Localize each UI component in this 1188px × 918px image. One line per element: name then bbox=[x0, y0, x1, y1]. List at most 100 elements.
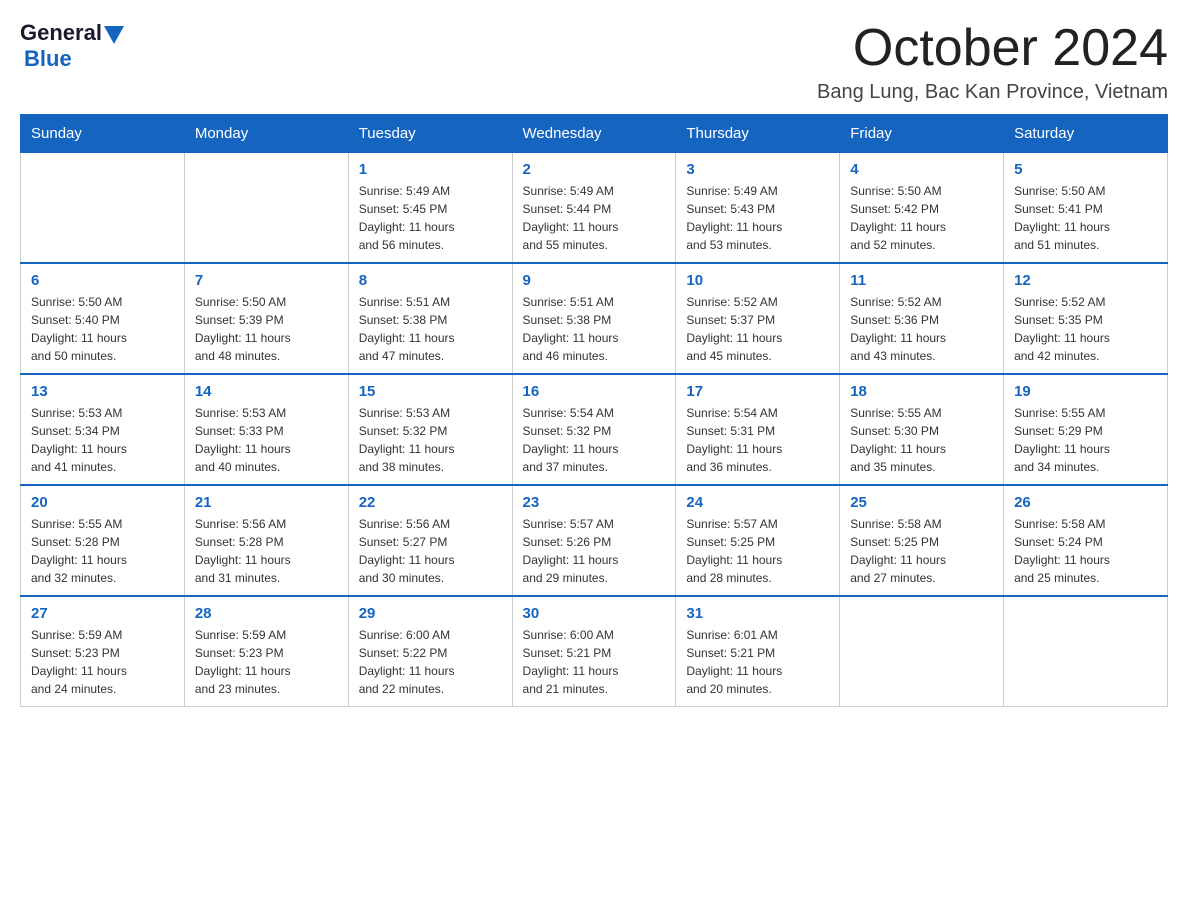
calendar-cell: 10 Sunrise: 5:52 AMSunset: 5:37 PMDayligh… bbox=[676, 263, 840, 374]
day-info: Sunrise: 5:56 AMSunset: 5:28 PMDaylight:… bbox=[195, 515, 338, 587]
calendar-cell: 28 Sunrise: 5:59 AMSunset: 5:23 PMDayligh… bbox=[184, 596, 348, 707]
day-info: Sunrise: 5:51 AMSunset: 5:38 PMDaylight:… bbox=[523, 293, 666, 365]
day-info: Sunrise: 5:57 AMSunset: 5:25 PMDaylight:… bbox=[686, 515, 829, 587]
day-number: 14 bbox=[195, 383, 338, 400]
calendar-cell: 16Sunrise: 5:54 AMSunset: 5:32 PMDayligh… bbox=[512, 374, 676, 485]
day-number: 1 bbox=[359, 161, 502, 178]
day-info: Sunrise: 5:53 AMSunset: 5:32 PMDaylight:… bbox=[359, 404, 502, 476]
day-info: Sunrise: 5:55 AMSunset: 5:30 PMDaylight:… bbox=[850, 404, 993, 476]
day-info: Sunrise: 5:53 AMSunset: 5:33 PMDaylight:… bbox=[195, 404, 338, 476]
day-number: 31 bbox=[686, 605, 829, 622]
day-info: Sunrise: 5:49 AMSunset: 5:44 PMDaylight:… bbox=[523, 182, 666, 254]
calendar-cell: 8Sunrise: 5:51 AMSunset: 5:38 PMDaylight… bbox=[348, 263, 512, 374]
week-row-1: 6Sunrise: 5:50 AMSunset: 5:40 PMDaylight… bbox=[21, 263, 1168, 374]
day-info: Sunrise: 5:59 AMSunset: 5:23 PMDaylight:… bbox=[31, 626, 174, 698]
calendar-cell bbox=[840, 596, 1004, 707]
week-row-4: 27 Sunrise: 5:59 AMSunset: 5:23 PMDayligh… bbox=[21, 596, 1168, 707]
header-cell-thursday: Thursday bbox=[676, 115, 840, 153]
day-info: Sunrise: 5:50 AMSunset: 5:39 PMDaylight:… bbox=[195, 293, 338, 365]
calendar-cell: 13 Sunrise: 5:53 AMSunset: 5:34 PMDayligh… bbox=[21, 374, 185, 485]
calendar-cell: 15 Sunrise: 5:53 AMSunset: 5:32 PMDayligh… bbox=[348, 374, 512, 485]
calendar-cell bbox=[184, 153, 348, 264]
day-info: Sunrise: 6:01 AMSunset: 5:21 PMDaylight:… bbox=[686, 626, 829, 698]
week-row-3: 20Sunrise: 5:55 AMSunset: 5:28 PMDayligh… bbox=[21, 485, 1168, 596]
day-info: Sunrise: 5:59 AMSunset: 5:23 PMDaylight:… bbox=[195, 626, 338, 698]
day-number: 3 bbox=[686, 161, 829, 178]
day-number: 17 bbox=[686, 383, 829, 400]
calendar-cell: 11 Sunrise: 5:52 AMSunset: 5:36 PMDayligh… bbox=[840, 263, 1004, 374]
calendar-cell: 23Sunrise: 5:57 AMSunset: 5:26 PMDayligh… bbox=[512, 485, 676, 596]
day-number: 22 bbox=[359, 494, 502, 511]
calendar-cell: 6Sunrise: 5:50 AMSunset: 5:40 PMDaylight… bbox=[21, 263, 185, 374]
day-number: 26 bbox=[1014, 494, 1157, 511]
day-info: Sunrise: 5:52 AMSunset: 5:37 PMDaylight:… bbox=[686, 293, 829, 365]
title-area: October 2024 Bang Lung, Bac Kan Province… bbox=[817, 20, 1168, 104]
day-info: Sunrise: 5:54 AMSunset: 5:31 PMDaylight:… bbox=[686, 404, 829, 476]
calendar-cell: 5Sunrise: 5:50 AMSunset: 5:41 PMDaylight… bbox=[1004, 153, 1168, 264]
day-number: 2 bbox=[523, 161, 666, 178]
day-info: Sunrise: 5:55 AMSunset: 5:29 PMDaylight:… bbox=[1014, 404, 1157, 476]
calendar-cell: 18 Sunrise: 5:55 AMSunset: 5:30 PMDayligh… bbox=[840, 374, 1004, 485]
calendar-header: SundayMondayTuesdayWednesdayThursdayFrid… bbox=[21, 115, 1168, 153]
day-number: 13 bbox=[31, 383, 174, 400]
day-info: Sunrise: 5:49 AMSunset: 5:45 PMDaylight:… bbox=[359, 182, 502, 254]
calendar-cell: 12Sunrise: 5:52 AMSunset: 5:35 PMDayligh… bbox=[1004, 263, 1168, 374]
calendar-cell: 7Sunrise: 5:50 AMSunset: 5:39 PMDaylight… bbox=[184, 263, 348, 374]
header-cell-wednesday: Wednesday bbox=[512, 115, 676, 153]
day-number: 16 bbox=[523, 383, 666, 400]
day-number: 27 bbox=[31, 605, 174, 622]
calendar-cell: 4Sunrise: 5:50 AMSunset: 5:42 PMDaylight… bbox=[840, 153, 1004, 264]
calendar-cell: 29 Sunrise: 6:00 AMSunset: 5:22 PMDayligh… bbox=[348, 596, 512, 707]
week-row-2: 13 Sunrise: 5:53 AMSunset: 5:34 PMDayligh… bbox=[21, 374, 1168, 485]
page-header: General Blue October 2024 Bang Lung, Bac… bbox=[20, 20, 1168, 104]
day-number: 23 bbox=[523, 494, 666, 511]
calendar-body: 1 Sunrise: 5:49 AMSunset: 5:45 PMDaylight… bbox=[21, 153, 1168, 707]
day-info: Sunrise: 5:50 AMSunset: 5:40 PMDaylight:… bbox=[31, 293, 174, 365]
logo: General Blue bbox=[20, 20, 124, 72]
week-row-0: 1 Sunrise: 5:49 AMSunset: 5:45 PMDaylight… bbox=[21, 153, 1168, 264]
calendar-cell: 27 Sunrise: 5:59 AMSunset: 5:23 PMDayligh… bbox=[21, 596, 185, 707]
day-number: 8 bbox=[359, 272, 502, 289]
day-number: 18 bbox=[850, 383, 993, 400]
month-title: October 2024 bbox=[817, 20, 1168, 77]
day-number: 19 bbox=[1014, 383, 1157, 400]
day-number: 21 bbox=[195, 494, 338, 511]
calendar-cell: 19 Sunrise: 5:55 AMSunset: 5:29 PMDayligh… bbox=[1004, 374, 1168, 485]
calendar-cell: 17 Sunrise: 5:54 AMSunset: 5:31 PMDayligh… bbox=[676, 374, 840, 485]
day-number: 30 bbox=[523, 605, 666, 622]
day-number: 15 bbox=[359, 383, 502, 400]
day-number: 9 bbox=[523, 272, 666, 289]
logo-general: General bbox=[20, 20, 102, 46]
calendar-cell bbox=[1004, 596, 1168, 707]
day-number: 29 bbox=[359, 605, 502, 622]
day-info: Sunrise: 5:52 AMSunset: 5:36 PMDaylight:… bbox=[850, 293, 993, 365]
day-number: 20 bbox=[31, 494, 174, 511]
day-number: 10 bbox=[686, 272, 829, 289]
header-cell-saturday: Saturday bbox=[1004, 115, 1168, 153]
calendar-cell: 30 Sunrise: 6:00 AMSunset: 5:21 PMDayligh… bbox=[512, 596, 676, 707]
day-info: Sunrise: 6:00 AMSunset: 5:21 PMDaylight:… bbox=[523, 626, 666, 698]
day-info: Sunrise: 5:50 AMSunset: 5:41 PMDaylight:… bbox=[1014, 182, 1157, 254]
day-info: Sunrise: 5:56 AMSunset: 5:27 PMDaylight:… bbox=[359, 515, 502, 587]
calendar-cell: 22 Sunrise: 5:56 AMSunset: 5:27 PMDayligh… bbox=[348, 485, 512, 596]
day-info: Sunrise: 5:50 AMSunset: 5:42 PMDaylight:… bbox=[850, 182, 993, 254]
day-number: 11 bbox=[850, 272, 993, 289]
calendar-cell: 31 Sunrise: 6:01 AMSunset: 5:21 PMDayligh… bbox=[676, 596, 840, 707]
calendar-cell: 25 Sunrise: 5:58 AMSunset: 5:25 PMDayligh… bbox=[840, 485, 1004, 596]
day-number: 28 bbox=[195, 605, 338, 622]
day-info: Sunrise: 6:00 AMSunset: 5:22 PMDaylight:… bbox=[359, 626, 502, 698]
calendar-table: SundayMondayTuesdayWednesdayThursdayFrid… bbox=[20, 114, 1168, 707]
location-title: Bang Lung, Bac Kan Province, Vietnam bbox=[817, 81, 1168, 104]
day-info: Sunrise: 5:49 AMSunset: 5:43 PMDaylight:… bbox=[686, 182, 829, 254]
calendar-cell bbox=[21, 153, 185, 264]
calendar-cell: 9 Sunrise: 5:51 AMSunset: 5:38 PMDaylight… bbox=[512, 263, 676, 374]
header-cell-friday: Friday bbox=[840, 115, 1004, 153]
day-number: 24 bbox=[686, 494, 829, 511]
calendar-cell: 24 Sunrise: 5:57 AMSunset: 5:25 PMDayligh… bbox=[676, 485, 840, 596]
day-info: Sunrise: 5:53 AMSunset: 5:34 PMDaylight:… bbox=[31, 404, 174, 476]
calendar-cell: 3 Sunrise: 5:49 AMSunset: 5:43 PMDaylight… bbox=[676, 153, 840, 264]
day-number: 25 bbox=[850, 494, 993, 511]
day-info: Sunrise: 5:58 AMSunset: 5:25 PMDaylight:… bbox=[850, 515, 993, 587]
calendar-cell: 21 Sunrise: 5:56 AMSunset: 5:28 PMDayligh… bbox=[184, 485, 348, 596]
calendar-cell: 1 Sunrise: 5:49 AMSunset: 5:45 PMDaylight… bbox=[348, 153, 512, 264]
